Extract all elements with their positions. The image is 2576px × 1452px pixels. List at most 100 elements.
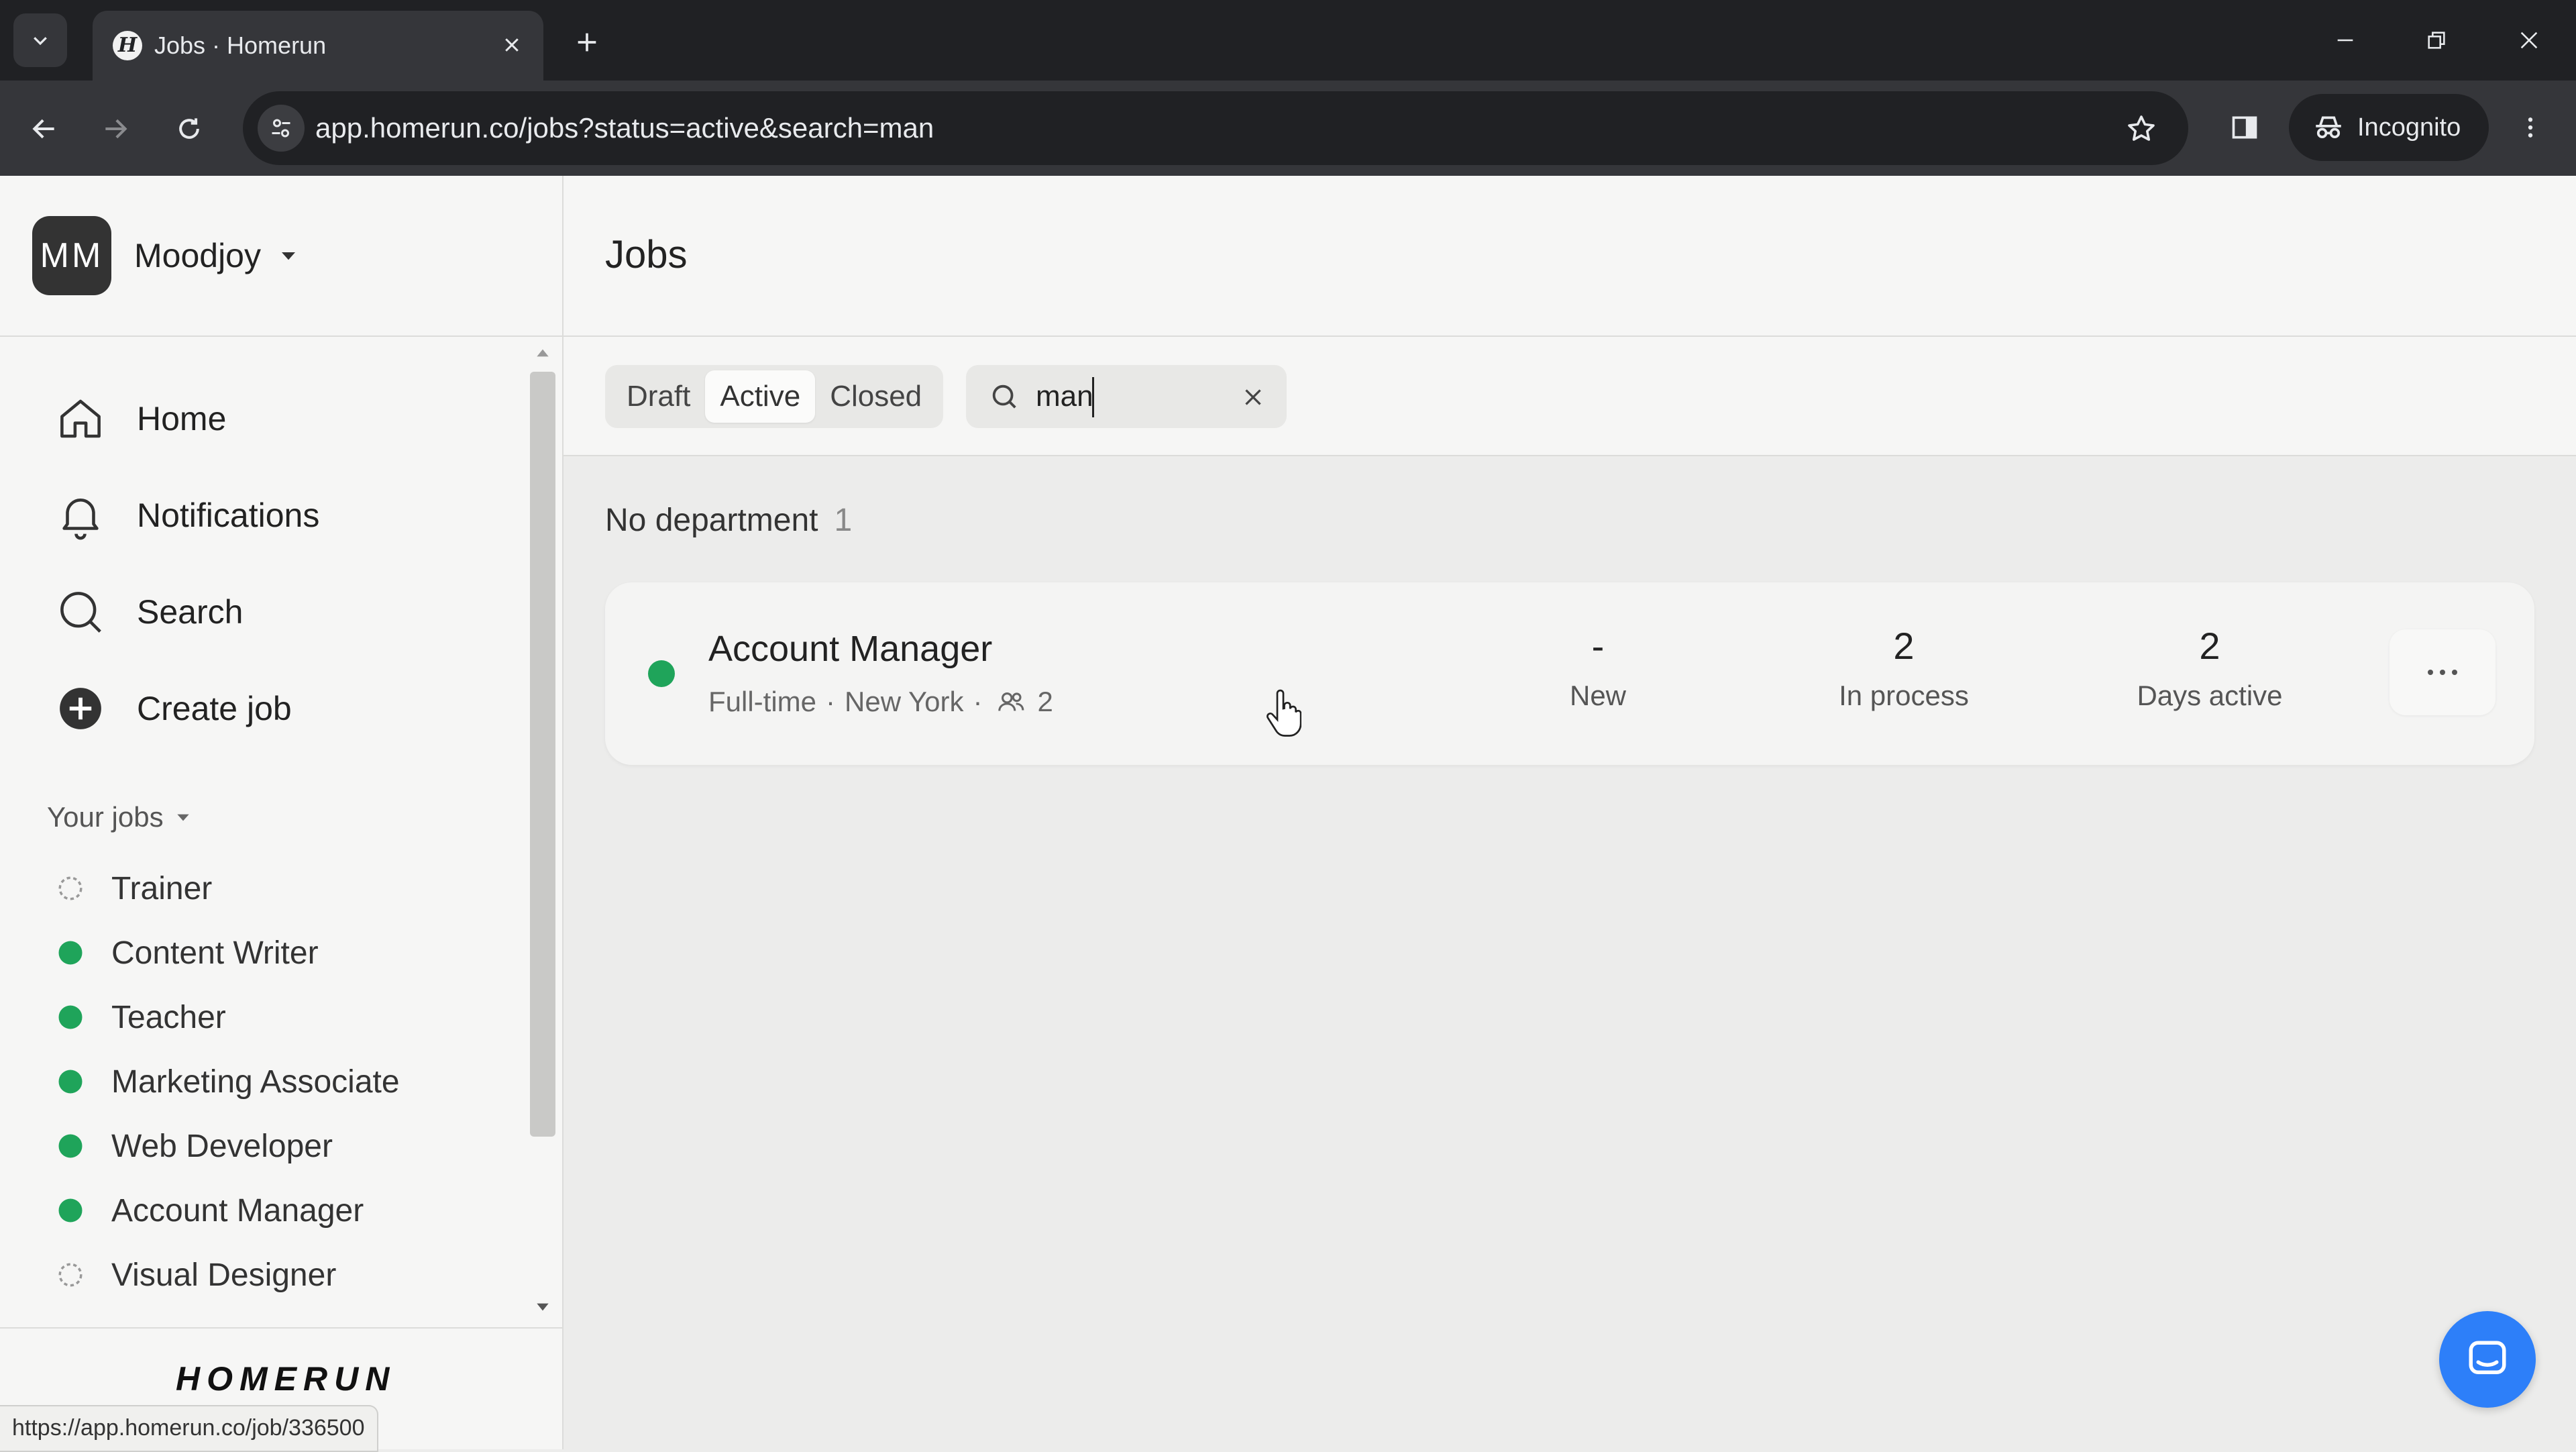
incognito-badge[interactable]: Incognito	[2289, 94, 2489, 161]
star-icon	[2128, 115, 2155, 141]
sidebar-item-create-job[interactable]: Create job	[52, 675, 292, 742]
stat-value: 2	[2199, 625, 2220, 667]
active-status-icon	[58, 1070, 83, 1094]
job-search-input[interactable]	[1036, 377, 1217, 416]
homerun-favicon-icon: H	[113, 31, 142, 60]
bookmark-button[interactable]	[2121, 109, 2161, 149]
reload-button[interactable]	[161, 101, 217, 157]
sidebar-job-label: Marketing Associate	[111, 1064, 400, 1100]
job-search-box	[966, 365, 1287, 428]
plus-circle-icon	[60, 688, 101, 729]
new-tab-button[interactable]	[564, 19, 610, 66]
tab-title: Jobs · Homerun	[154, 32, 327, 59]
sidebar-job-account-manager[interactable]: Account Manager	[56, 1184, 364, 1237]
clear-search-button[interactable]	[1234, 378, 1272, 416]
incognito-label: Incognito	[2357, 113, 2461, 142]
sidebar-item-home[interactable]: Home	[52, 385, 226, 452]
your-jobs-toggle[interactable]: Your jobs	[47, 801, 192, 833]
active-status-icon	[58, 1134, 83, 1158]
chat-launcher-button[interactable]	[2439, 1311, 2536, 1408]
hand-pointer-icon	[1267, 689, 1301, 737]
side-panel-icon	[2232, 116, 2257, 139]
minimize-button[interactable]	[2312, 13, 2379, 67]
stat-label: In process	[1839, 680, 1969, 711]
org-name: Moodjoy	[134, 237, 261, 274]
chevron-down-icon	[34, 37, 47, 46]
org-avatar: MM	[32, 216, 111, 295]
filter-draft[interactable]: Draft	[612, 370, 705, 423]
forward-button[interactable]	[87, 101, 144, 157]
sidebar-job-label: Trainer	[111, 870, 213, 906]
close-icon	[505, 38, 519, 52]
department-count: 1	[834, 503, 853, 538]
close-window-button[interactable]	[2496, 13, 2563, 67]
filter-closed[interactable]: Closed	[815, 370, 936, 423]
job-card-meta: Full-time · New York · 2	[708, 686, 1053, 718]
sidebar-job-content-writer[interactable]: Content Writer	[56, 926, 319, 980]
tab-close-button[interactable]	[492, 25, 531, 64]
browser-toolbar: app.homerun.co/jobs?status=active&search…	[0, 81, 2576, 176]
sidebar-item-label: Search	[137, 593, 244, 631]
scroll-down-icon[interactable]	[534, 1300, 551, 1314]
url-text[interactable]: app.homerun.co/jobs?status=active&search…	[315, 110, 934, 146]
org-switcher[interactable]: MM Moodjoy	[32, 216, 299, 295]
sidebar-job-visual-designer[interactable]: Visual Designer	[56, 1248, 336, 1302]
filter-bar: Draft Active Closed	[564, 337, 2576, 456]
status-bar-url: https://app.homerun.co/job/336500	[0, 1405, 378, 1452]
active-status-dot	[648, 660, 675, 687]
sidebar-job-teacher[interactable]: Teacher	[56, 990, 226, 1044]
active-status-icon	[58, 1005, 83, 1029]
tab-search-button[interactable]	[13, 13, 67, 67]
sidebar-item-label: Notifications	[137, 497, 320, 534]
page-title: Jobs	[605, 233, 688, 276]
job-card[interactable]: Account Manager Full-time · New York · 2…	[605, 582, 2534, 765]
draft-status-icon	[58, 876, 83, 900]
search-icon	[992, 384, 1016, 409]
stat-value: -	[1591, 625, 1605, 667]
sidebar-item-search[interactable]: Search	[52, 578, 243, 645]
active-status-icon	[58, 1198, 83, 1223]
tune-icon	[272, 119, 290, 138]
browser-tab-jobs[interactable]: H Jobs · Homerun	[93, 11, 543, 81]
browser-tab-bar: H Jobs · Homerun	[0, 0, 2576, 81]
job-more-options-button[interactable]	[2390, 629, 2496, 715]
incognito-icon	[2316, 116, 2341, 139]
arrow-right-icon	[105, 119, 127, 139]
sidebar-job-label: Account Manager	[111, 1192, 364, 1229]
job-location: New York	[845, 686, 964, 717]
job-card-title[interactable]: Account Manager	[708, 628, 992, 670]
arrow-left-icon	[32, 119, 54, 139]
filter-active[interactable]: Active	[705, 370, 816, 423]
sidebar-bottom-divider	[0, 1327, 562, 1329]
stat-new[interactable]: - New	[1477, 624, 1719, 712]
address-bar[interactable]: app.homerun.co/jobs?status=active&search…	[243, 91, 2188, 165]
back-button[interactable]	[16, 101, 72, 157]
browser-menu-button[interactable]	[2502, 99, 2559, 156]
sidebar-item-notifications[interactable]: Notifications	[52, 482, 319, 549]
restore-icon	[2428, 32, 2445, 49]
sidebar-job-marketing-associate[interactable]: Marketing Associate	[56, 1055, 400, 1108]
sidebar: MM Moodjoy Home Notifications Search Cre…	[0, 176, 564, 1449]
sidebar-job-label: Teacher	[111, 999, 226, 1035]
more-horizontal-icon	[2428, 670, 2457, 675]
stat-days-active[interactable]: 2 Days active	[2089, 624, 2330, 712]
minimize-icon	[2337, 39, 2353, 42]
stat-in-process[interactable]: 2 In process	[1783, 624, 2025, 712]
side-panel-button[interactable]	[2216, 99, 2273, 156]
sidebar-job-web-developer[interactable]: Web Developer	[56, 1119, 333, 1173]
restore-button[interactable]	[2403, 13, 2470, 67]
more-vertical-icon	[2528, 117, 2533, 138]
sidebar-job-trainer[interactable]: Trainer	[56, 862, 212, 915]
department-name: No department	[605, 503, 818, 538]
site-info-button[interactable]	[258, 105, 305, 152]
chat-icon	[2469, 1341, 2506, 1374]
page-header: Jobs	[564, 176, 2576, 337]
sidebar-job-label: Web Developer	[111, 1128, 333, 1164]
sidebar-scrollbar-thumb[interactable]	[530, 372, 555, 1137]
scroll-up-icon[interactable]	[534, 346, 551, 360]
team-count: 2	[1037, 686, 1053, 717]
draft-status-icon	[58, 1263, 83, 1287]
sidebar-item-label: Home	[137, 400, 227, 437]
homerun-logo: HOMERUN	[176, 1360, 396, 1398]
status-filter-group: Draft Active Closed	[605, 365, 944, 428]
